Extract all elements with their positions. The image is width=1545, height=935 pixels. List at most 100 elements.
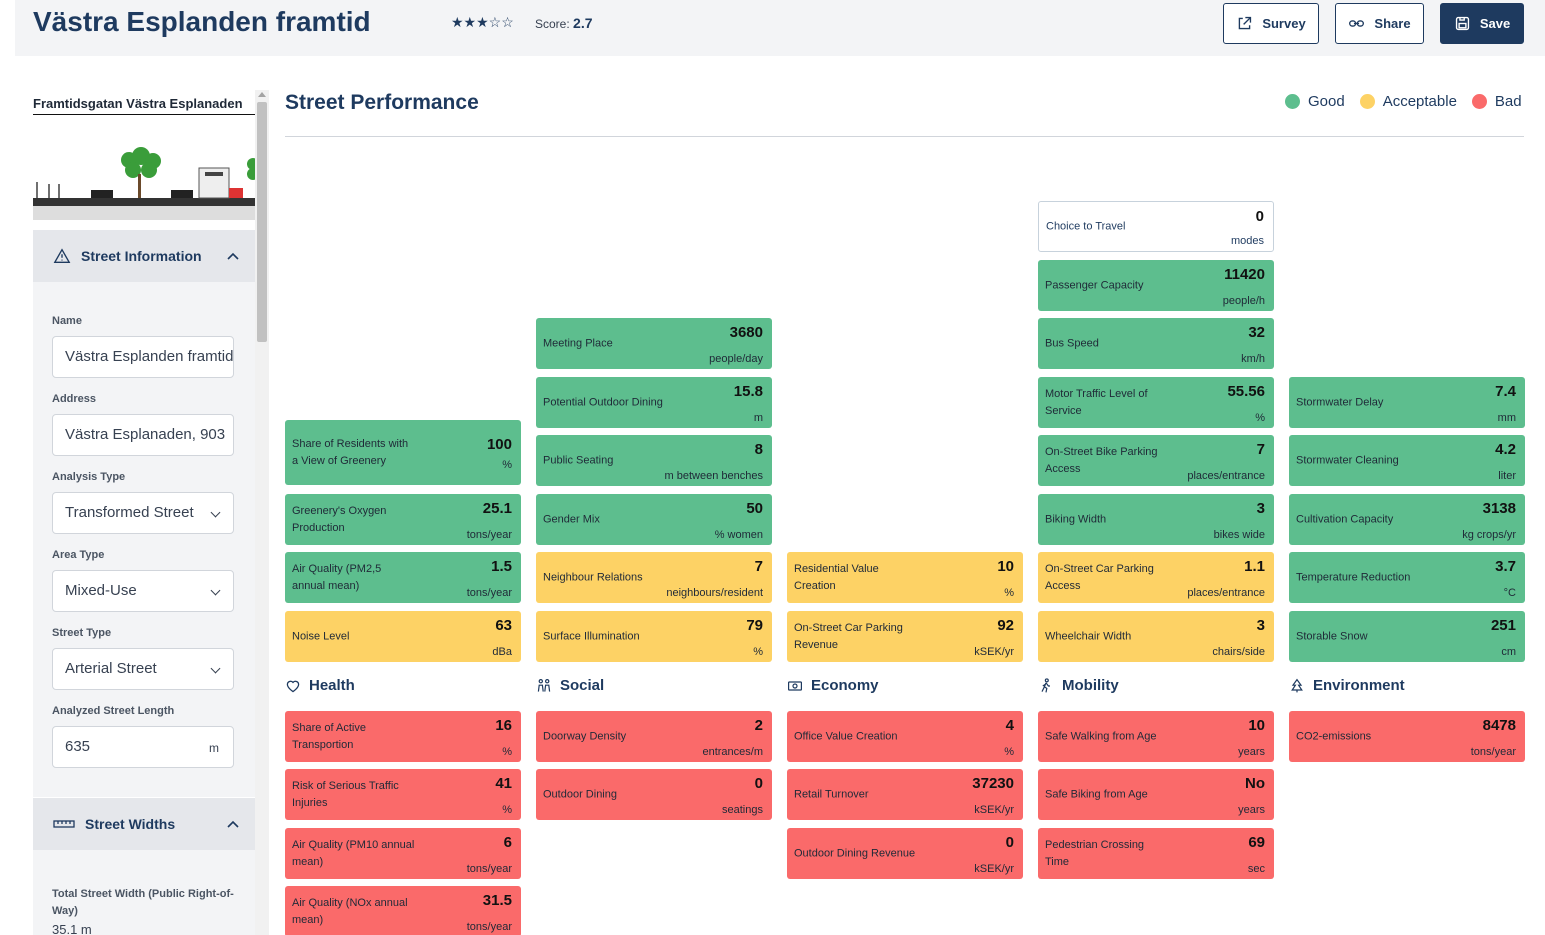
category-mobility-label: Mobility — [1062, 677, 1119, 694]
street-info-title: Street Information — [81, 248, 202, 264]
street-length-input[interactable]: 635 m — [52, 726, 234, 768]
metric-card-residential-value[interactable]: Residential Value Creation 10 % — [787, 552, 1023, 603]
metric-label: Gender Mix — [543, 513, 600, 525]
metric-label: Bus Speed — [1045, 337, 1099, 349]
top-bar: Västra Esplanden framtid ★★★☆☆ Score: 2.… — [15, 0, 1545, 56]
survey-button[interactable]: Survey — [1223, 3, 1319, 44]
metric-card-traffic-injuries[interactable]: Risk of Serious Traffic Injuries 41 % — [285, 769, 521, 820]
metric-label: Neighbour Relations — [543, 571, 643, 583]
metric-card-parking-revenue[interactable]: On-Street Car Parking Revenue 92 kSEK/yr — [787, 611, 1023, 662]
metric-value: 6 — [503, 834, 512, 851]
metric-card-outdoor-dining[interactable]: Outdoor Dining 0 seatings — [536, 769, 772, 820]
metric-label: Potential Outdoor Dining — [543, 396, 663, 408]
score-display: Score: 2.7 — [535, 15, 593, 31]
address-input[interactable]: Västra Esplanaden, 903 — [52, 414, 234, 456]
scroll-up-arrow[interactable] — [258, 92, 266, 97]
metric-card-motor-traffic[interactable]: Motor Traffic Level of Service 55.56 % — [1038, 377, 1274, 428]
metric-card-bus-speed[interactable]: Bus Speed 32 km/h — [1038, 318, 1274, 369]
metric-card-air-nox[interactable]: Air Quality (NOx annual mean) 31.5 tons/… — [285, 886, 521, 935]
metric-card-oxygen[interactable]: Greenery's Oxygen Production 25.1 tons/y… — [285, 494, 521, 545]
metric-card-active-transport[interactable]: Share of Active Transportion 16 % — [285, 711, 521, 762]
metric-card-air-pm10[interactable]: Air Quality (PM10 annual mean) 6 tons/ye… — [285, 828, 521, 879]
metric-card-choice-travel[interactable]: Choice to Travel 0 modes — [1038, 201, 1274, 252]
metric-label: Storable Snow — [1296, 630, 1368, 642]
metric-card-illumination[interactable]: Surface Illumination 79 % — [536, 611, 772, 662]
metric-label: Temperature Reduction — [1296, 571, 1411, 583]
metric-value: No — [1245, 775, 1265, 792]
metric-card-bike-parking[interactable]: On-Street Bike Parking Access 7 places/e… — [1038, 435, 1274, 486]
metric-card-air-pm25[interactable]: Air Quality (PM2,5 annual mean) 1.5 tons… — [285, 552, 521, 603]
area-type-select[interactable]: Mixed-Use — [52, 570, 234, 612]
category-environment: Environment — [1289, 677, 1405, 694]
metric-card-noise[interactable]: Noise Level 63 dBa — [285, 611, 521, 662]
warning-icon — [53, 248, 71, 263]
metric-card-stormwater-cleaning[interactable]: Stormwater Cleaning 4.2 liter — [1289, 435, 1525, 486]
metric-label: Public Seating — [543, 454, 614, 466]
metric-card-temperature[interactable]: Temperature Reduction 3.7 °C — [1289, 552, 1525, 603]
metric-value: 69 — [1248, 834, 1265, 851]
metric-unit: m — [753, 412, 763, 424]
metric-card-co2[interactable]: CO2-emissions 8478 tons/year — [1289, 711, 1525, 762]
metric-card-dining-revenue[interactable]: Outdoor Dining Revenue 0 kSEK/yr — [787, 828, 1023, 879]
sidebar-scrollbar[interactable] — [255, 90, 269, 935]
metric-unit: tons/year — [1470, 746, 1516, 758]
metric-card-public-seating[interactable]: Public Seating 8 m between benches — [536, 435, 772, 486]
metric-unit: tons/year — [466, 587, 512, 599]
scrollbar-thumb[interactable] — [257, 102, 267, 342]
metric-unit: km/h — [1241, 353, 1265, 365]
category-mobility: Mobility — [1038, 677, 1119, 694]
metric-unit: kg crops/yr — [1462, 529, 1516, 541]
analysis-type-select[interactable]: Transformed Street — [52, 492, 234, 534]
metric-card-car-parking[interactable]: On-Street Car Parking Access 1.1 places/… — [1038, 552, 1274, 603]
metric-card-doorway[interactable]: Doorway Density 2 entrances/m — [536, 711, 772, 762]
metric-unit: sec — [1247, 863, 1265, 875]
metric-card-share-greenery[interactable]: Share of Residents with a View of Greene… — [285, 420, 521, 485]
metric-card-cultivation[interactable]: Cultivation Capacity 3138 kg crops/yr — [1289, 494, 1525, 545]
street-widths-header[interactable]: Street Widths — [33, 798, 255, 850]
metric-card-meeting-place[interactable]: Meeting Place 3680 people/day — [536, 318, 772, 369]
metric-value: 50 — [746, 500, 763, 517]
metric-card-gender-mix[interactable]: Gender Mix 50 % women — [536, 494, 772, 545]
name-input[interactable]: Västra Esplanden framtid — [52, 336, 234, 378]
metric-label: Outdoor Dining Revenue — [794, 847, 916, 859]
metric-label: Biking Width — [1045, 513, 1107, 525]
address-label: Address — [52, 393, 97, 405]
metric-label: Stormwater Cleaning — [1296, 454, 1399, 466]
metric-card-potential-dining[interactable]: Potential Outdoor Dining 15.8 m — [536, 377, 772, 428]
metric-card-safe-biking[interactable]: Safe Biking from Age No years — [1038, 769, 1274, 820]
metric-card-retail[interactable]: Retail Turnover 37230 kSEK/yr — [787, 769, 1023, 820]
metric-value: 10 — [997, 558, 1014, 575]
metric-unit: years — [1238, 804, 1265, 816]
metric-unit: % — [753, 646, 763, 658]
people-icon — [537, 678, 551, 692]
share-button[interactable]: Share — [1335, 3, 1424, 44]
metric-unit: tons/year — [466, 921, 512, 933]
metric-card-wheelchair[interactable]: Wheelchair Width 3 chairs/side — [1038, 611, 1274, 662]
street-info-header[interactable]: Street Information — [33, 230, 255, 282]
metric-card-pedestrian-crossing[interactable]: Pedestrian Crossing Time 69 sec — [1038, 828, 1274, 879]
category-economy-label: Economy — [811, 677, 879, 694]
metric-label: Safe Walking from Age — [1045, 730, 1157, 742]
metric-label: Office Value Creation — [794, 730, 898, 742]
metric-unit: % — [1004, 746, 1014, 758]
money-icon — [788, 680, 802, 691]
rating-stars: ★★★☆☆ — [451, 14, 514, 30]
metric-card-safe-walking[interactable]: Safe Walking from Age 10 years — [1038, 711, 1274, 762]
metric-value: 63 — [495, 617, 512, 634]
metric-card-biking-width[interactable]: Biking Width 3 bikes wide — [1038, 494, 1274, 545]
metric-card-office-value[interactable]: Office Value Creation 4 % — [787, 711, 1023, 762]
share-button-label: Share — [1374, 16, 1411, 31]
street-type-select[interactable]: Arterial Street — [52, 648, 234, 690]
metric-label: On-Street Bike Parking Access — [1045, 445, 1158, 475]
metric-value: 31.5 — [482, 892, 512, 909]
ruler-icon — [53, 820, 75, 828]
metric-card-neighbour[interactable]: Neighbour Relations 7 neighbours/residen… — [536, 552, 772, 603]
save-button[interactable]: Save — [1440, 3, 1524, 44]
metric-card-snow[interactable]: Storable Snow 251 cm — [1289, 611, 1525, 662]
street-length-unit: m — [209, 741, 219, 755]
metric-card-stormwater-delay[interactable]: Stormwater Delay 7.4 mm — [1289, 377, 1525, 428]
heart-icon — [286, 680, 300, 692]
metric-label: Cultivation Capacity — [1296, 513, 1394, 525]
metric-card-passenger-capacity[interactable]: Passenger Capacity 11420 people/h — [1038, 260, 1274, 311]
metric-label: Passenger Capacity — [1045, 279, 1144, 291]
